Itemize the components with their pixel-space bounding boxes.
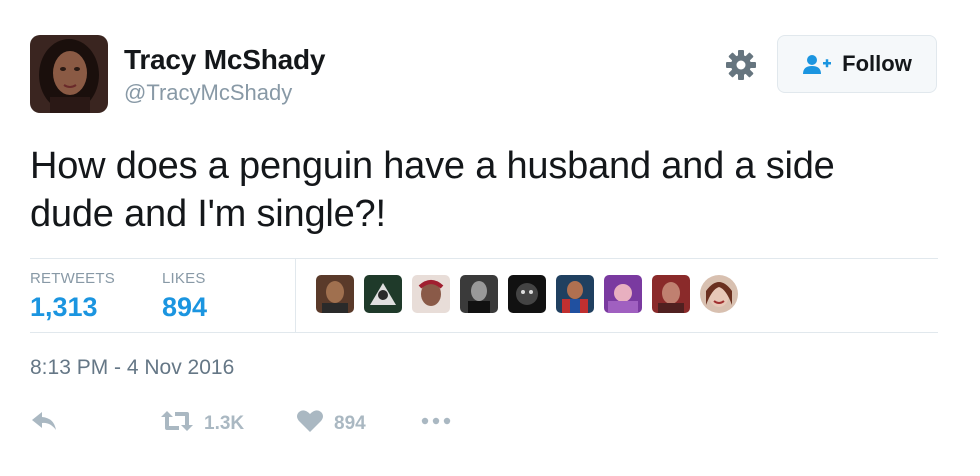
liker-avatar[interactable] bbox=[652, 275, 690, 313]
retweets-label: RETWEETS bbox=[30, 270, 115, 287]
divider bbox=[30, 258, 938, 259]
liker-avatar[interactable] bbox=[700, 275, 738, 313]
follow-button[interactable]: Follow bbox=[777, 35, 937, 93]
retweet-button[interactable]: 1.3K bbox=[160, 408, 244, 439]
liker-avatars bbox=[316, 275, 738, 313]
liker-avatar[interactable] bbox=[316, 275, 354, 313]
liker-avatar[interactable] bbox=[556, 275, 594, 313]
tweet-text-line: dude and I'm single?! bbox=[30, 193, 386, 235]
reply-icon bbox=[30, 408, 58, 439]
liker-avatar[interactable] bbox=[364, 275, 402, 313]
tweet-timestamp[interactable]: 8:13 PM - 4 Nov 2016 bbox=[30, 356, 234, 380]
likes-label: LIKES bbox=[162, 270, 206, 287]
retweet-count: 1.3K bbox=[204, 412, 245, 434]
liker-avatar[interactable] bbox=[460, 275, 498, 313]
gear-icon[interactable] bbox=[724, 48, 758, 82]
tweet-card: Tracy McShady @TracyMcShady Follow How d… bbox=[0, 0, 980, 476]
liker-avatar[interactable] bbox=[412, 275, 450, 313]
heart-icon bbox=[296, 408, 324, 439]
more-button[interactable] bbox=[420, 408, 452, 439]
liker-avatar[interactable] bbox=[508, 275, 546, 313]
avatar[interactable] bbox=[30, 35, 108, 113]
display-name[interactable]: Tracy McShady bbox=[124, 44, 325, 76]
retweets-count: 1,313 bbox=[30, 292, 98, 322]
divider bbox=[30, 332, 938, 333]
follow-button-label: Follow bbox=[842, 51, 912, 76]
tweet-text: How does a penguin have a husband and a … bbox=[30, 142, 950, 238]
tweet-text-line: How does a penguin have a husband and a … bbox=[30, 145, 835, 187]
add-user-icon bbox=[802, 53, 832, 75]
liker-avatar[interactable] bbox=[604, 275, 642, 313]
stats-separator bbox=[295, 258, 296, 332]
more-icon bbox=[420, 408, 452, 439]
like-button[interactable]: 894 bbox=[296, 408, 366, 439]
likes-count: 894 bbox=[162, 292, 208, 322]
reply-button[interactable] bbox=[30, 408, 58, 439]
like-count: 894 bbox=[334, 412, 366, 434]
likes-stat[interactable]: LIKES 894 bbox=[162, 270, 207, 323]
user-handle[interactable]: @TracyMcShady bbox=[124, 80, 292, 106]
retweet-icon bbox=[160, 408, 194, 439]
retweets-stat[interactable]: RETWEETS 1,313 bbox=[30, 270, 115, 323]
